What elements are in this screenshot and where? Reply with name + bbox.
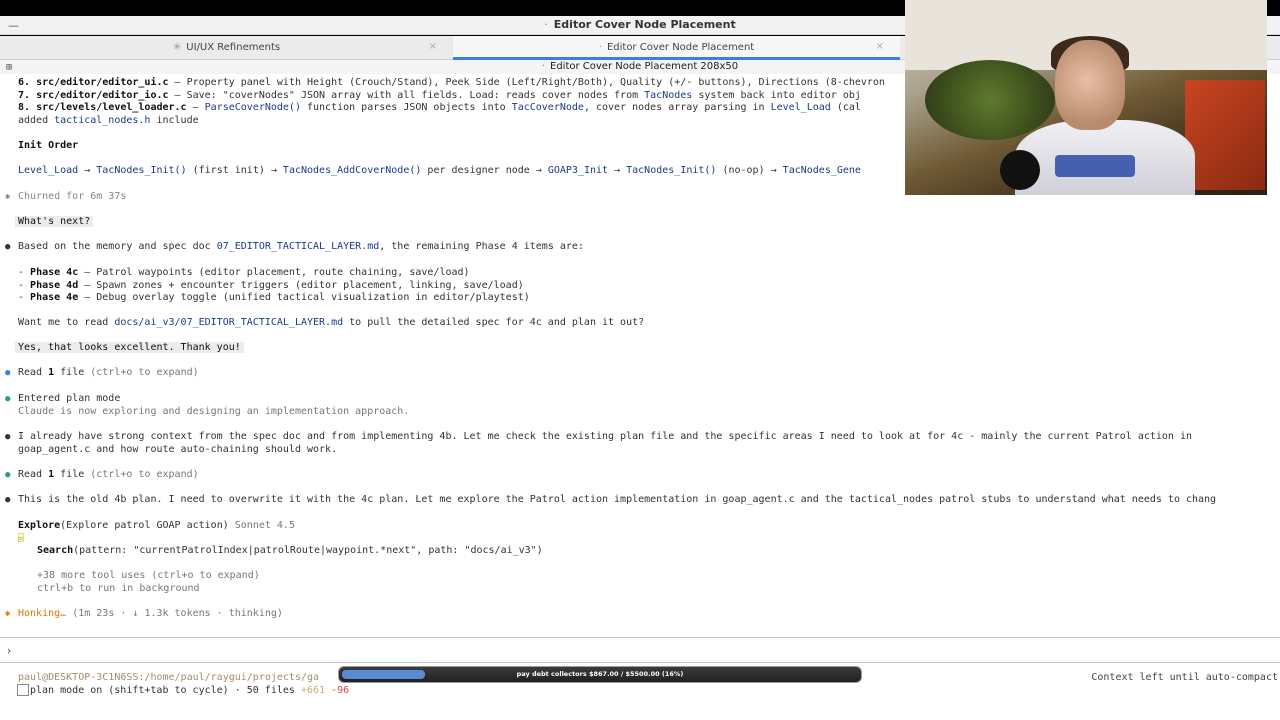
goal-progress-label: pay debt collectors $867.00 / $5500.00 (… <box>516 670 684 678</box>
assistant-message: Want me to read docs/ai_v3/07_EDITOR_TAC… <box>18 317 645 328</box>
context-remaining: Context left until auto-compact <box>1091 672 1278 683</box>
phase-item: - Phase 4e — Debug overlay toggle (unifi… <box>18 292 530 304</box>
bullet-icon: ● <box>5 432 11 442</box>
close-icon[interactable]: × <box>429 41 437 52</box>
phase-item: - Phase 4d — Spawn zones + encounter tri… <box>18 279 524 291</box>
phase-item: - Phase 4c — Patrol waypoints (editor pl… <box>18 267 470 278</box>
input-bottom-divider <box>0 662 1280 663</box>
init-step-function: Level_Load <box>18 165 79 176</box>
assistant-message: This is the old 4b plan. I need to overw… <box>18 494 1217 505</box>
tab-label: Editor Cover Node Placement <box>606 42 755 53</box>
tool-call-read[interactable]: Read 1 file (ctrl+o to expand) <box>18 367 199 380</box>
churned-status: Churned for 6m 37s <box>18 191 127 202</box>
init-step-connector: → <box>78 165 97 176</box>
output-line: 6. src/editor/editor_ui.c — Property pan… <box>18 77 885 88</box>
spinner-icon: ✱ <box>5 609 11 619</box>
assistant-message: goap_agent.c and how route auto-chaining… <box>18 443 338 455</box>
tool-call-search: Search(pattern: "currentPatrolIndex|patr… <box>37 545 543 556</box>
close-icon[interactable]: × <box>876 41 884 52</box>
init-step-function: TacNodes_Gene <box>782 165 861 176</box>
user-message: Yes, that looks excellent. Thank you! <box>15 342 244 355</box>
tab-editor-cover-node-placement[interactable]: · Editor Cover Node Placement × <box>453 36 900 60</box>
bullet-icon: ● <box>5 368 11 378</box>
plan-mode-subtitle: Claude is now exploring and designing an… <box>18 405 410 417</box>
output-line: 7. src/editor/editor_io.c — Save: "cover… <box>18 89 861 101</box>
star-icon: ✳ <box>172 42 182 53</box>
init-step-function: TacNodes_Init() <box>626 165 717 176</box>
section-heading: Init Order <box>18 140 79 151</box>
init-step-function: GOAP3_Init <box>547 165 609 176</box>
init-step-function: TacNodes_AddCoverNode() <box>282 165 422 176</box>
init-step-connector: (first init) → <box>186 165 283 176</box>
subagent-icon: ⌸ <box>18 534 24 544</box>
init-step-connector: per designer node → <box>421 165 548 176</box>
more-tool-uses[interactable]: +38 more tool uses (ctrl+o to expand) <box>37 570 260 583</box>
output-line: added tactical_nodes.h include <box>18 114 199 126</box>
input-top-divider <box>0 637 1280 638</box>
assistant-message: I already have strong context from the s… <box>18 431 1192 442</box>
working-directory: paul@DESKTOP-3C1N6SS:/home/paul/raygui/p… <box>18 672 320 683</box>
explore-agent-line[interactable]: Explore(Explore patrol GOAP action) Sonn… <box>18 520 295 533</box>
prompt-input[interactable]: › <box>6 646 12 659</box>
stream-goal-overlay: pay debt collectors $867.00 / $5500.00 (… <box>338 666 862 683</box>
thinking-status: Honking… (1m 23s · ↓ 1.3k tokens · think… <box>18 608 283 619</box>
pane-title: Editor Cover Node Placement 208x50 <box>550 61 739 72</box>
plan-mode-status: Entered plan mode <box>18 393 121 404</box>
init-step-function: TacNodes_Init() <box>96 165 187 176</box>
activity-dot-icon: · <box>598 42 602 53</box>
activity-dot-icon: · <box>541 61 545 72</box>
bullet-icon: ● <box>5 242 11 252</box>
bullet-icon: ✱ <box>5 192 11 202</box>
assistant-message: Based on the memory and spec doc 07_EDIT… <box>18 241 584 252</box>
activity-dot-icon: · <box>544 18 548 31</box>
bullet-icon: ● <box>5 495 11 505</box>
tab-label: UI/UX Refinements <box>186 42 281 53</box>
output-line: 8. src/levels/level_loader.c — ParseCove… <box>18 102 861 114</box>
webcam-overlay <box>905 0 1267 195</box>
window-title-text: Editor Cover Node Placement <box>553 18 736 31</box>
init-sequence-line: Level_Load → TacNodes_Init() (first init… <box>18 165 861 178</box>
init-step-connector: (no-op) → <box>716 165 783 176</box>
tab-uiux-refinements[interactable]: ✳ UI/UX Refinements × <box>0 36 453 60</box>
bullet-icon: ● <box>5 394 11 404</box>
bullet-icon: ● <box>5 470 11 480</box>
user-message: What's next? <box>15 216 94 229</box>
init-step-connector: → <box>608 165 627 176</box>
background-hint: ctrl+b to run in background <box>37 582 200 594</box>
tool-call-read[interactable]: Read 1 file (ctrl+o to expand) <box>18 469 199 482</box>
plan-mode-indicator: plan mode on (shift+tab to cycle) · 50 f… <box>30 685 350 696</box>
